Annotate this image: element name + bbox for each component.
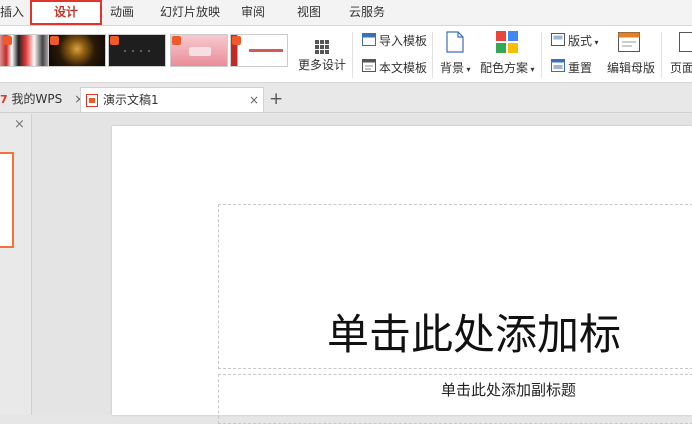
wps-logo-icon: 7: [0, 93, 11, 106]
wps-badge-icon: [172, 36, 181, 45]
menu-animation[interactable]: 动画: [110, 0, 134, 25]
menu-bar: 插入 设计 动画 幻灯片放映 审阅 视图 云服务: [0, 0, 692, 26]
page-setup-button[interactable]: 页面: [670, 59, 692, 76]
background-button[interactable]: 背景 ▾: [440, 59, 471, 76]
wps-badge-icon: [110, 36, 119, 45]
wps-badge-icon: [232, 36, 241, 45]
menu-insert[interactable]: 插入: [0, 0, 22, 25]
new-tab-icon[interactable]: +: [269, 87, 283, 112]
menu-slideshow[interactable]: 幻灯片放映: [160, 0, 220, 25]
menu-design[interactable]: 设计: [30, 0, 102, 25]
dropdown-caret-icon: ▾: [592, 38, 599, 47]
layout-icon: [551, 33, 565, 46]
close-panel-icon[interactable]: ×: [14, 117, 25, 132]
menu-review[interactable]: 审阅: [241, 0, 265, 25]
slide-thumbnail-1[interactable]: [0, 152, 14, 248]
presentation-file-icon: [86, 94, 98, 107]
slide-canvas[interactable]: 单击此处添加标 单击此处添加副标题: [112, 126, 692, 415]
template-thumb-4[interactable]: [170, 34, 228, 67]
title-text: 单击此处添加标: [327, 301, 692, 362]
grid-icon: [315, 40, 329, 54]
import-template-button[interactable]: 导入模板: [379, 32, 427, 49]
reset-icon: [551, 59, 565, 72]
wps-badge-icon: [50, 36, 59, 45]
reset-button[interactable]: 重置: [568, 59, 592, 76]
template-thumb-3[interactable]: [108, 34, 166, 67]
layout-button[interactable]: 版式 ▾: [568, 32, 599, 49]
title-placeholder[interactable]: 单击此处添加标: [218, 204, 692, 369]
tab-presentation-1[interactable]: 演示文稿1 ×: [80, 87, 264, 112]
document-tab-bar: 7 我的WPS× 演示文稿1 × +: [0, 84, 692, 113]
menu-cloud[interactable]: 云服务: [349, 0, 385, 25]
close-icon[interactable]: ×: [249, 88, 259, 113]
slide-thumbnail-panel: ×: [0, 114, 32, 415]
text-template-icon: [362, 59, 376, 72]
menu-view[interactable]: 视图: [297, 0, 321, 25]
design-ribbon: 更多设计 导入模板 本文模板 背景 ▾ 配色方案 ▾ 版式 ▾ 重置 编辑母版 …: [0, 26, 692, 83]
color-scheme-icon: [496, 31, 518, 53]
more-design-button[interactable]: 更多设计: [298, 56, 346, 73]
tab-my-wps[interactable]: 7 我的WPS×: [0, 87, 76, 112]
edit-master-icon: [618, 32, 640, 52]
color-scheme-button[interactable]: 配色方案 ▾: [480, 59, 535, 76]
dropdown-caret-icon: ▾: [528, 65, 535, 74]
background-icon: [446, 31, 464, 53]
dots-decoration-icon: [123, 49, 157, 53]
dropdown-caret-icon: ▾: [464, 65, 471, 74]
template-thumb-2[interactable]: [48, 34, 106, 67]
text-template-button[interactable]: 本文模板: [379, 59, 427, 76]
subtitle-text: 单击此处添加副标题: [441, 379, 576, 400]
page-setup-icon: [679, 32, 692, 52]
edit-master-button[interactable]: 编辑母版: [607, 59, 655, 76]
wps-badge-icon: [3, 36, 12, 45]
subtitle-placeholder[interactable]: 单击此处添加副标题: [218, 374, 692, 424]
template-thumb-1[interactable]: [0, 34, 52, 67]
template-thumb-5[interactable]: [230, 34, 288, 67]
import-template-icon: [362, 33, 376, 46]
